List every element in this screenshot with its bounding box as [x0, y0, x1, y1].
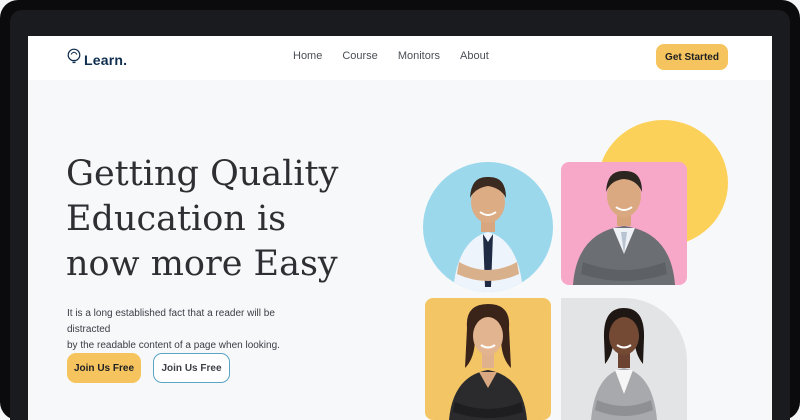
- get-started-button[interactable]: Get Started: [656, 44, 728, 70]
- join-us-free-button[interactable]: Join Us Free: [67, 353, 141, 383]
- mentor-photo-yellow: [425, 298, 551, 420]
- lightbulb-icon: [66, 48, 82, 71]
- top-navigation: Learn. Home Course Monitors About Get St…: [28, 36, 772, 80]
- main-menu: Home Course Monitors About: [293, 50, 489, 62]
- hero-description-line: by the readable content of a page when l…: [67, 340, 280, 351]
- hero-description-line: It is a long established fact that a rea…: [67, 308, 275, 335]
- nav-item-about[interactable]: About: [460, 50, 489, 62]
- hero-title-line: Education is: [66, 199, 287, 239]
- website-screen: Learn. Home Course Monitors About Get St…: [28, 36, 772, 420]
- mentor-photo-gray: [561, 298, 687, 420]
- nav-item-course[interactable]: Course: [342, 50, 377, 62]
- hero-title: Getting Quality Education is now more Ea…: [66, 152, 396, 287]
- hero-title-line: Getting Quality: [66, 154, 339, 194]
- hero-title-line: now more Easy: [66, 244, 338, 284]
- logo-text: Learn.: [84, 51, 128, 68]
- logo[interactable]: Learn.: [66, 48, 127, 71]
- mentor-photo-blue: [423, 162, 553, 292]
- nav-item-home[interactable]: Home: [293, 50, 322, 62]
- mentor-photo-pink: [561, 162, 687, 285]
- hero-description: It is a long established fact that a rea…: [67, 306, 317, 354]
- nav-item-monitors[interactable]: Monitors: [398, 50, 440, 62]
- join-us-free-outline-button[interactable]: Join Us Free: [153, 353, 230, 383]
- laptop-frame: Learn. Home Course Monitors About Get St…: [0, 0, 800, 420]
